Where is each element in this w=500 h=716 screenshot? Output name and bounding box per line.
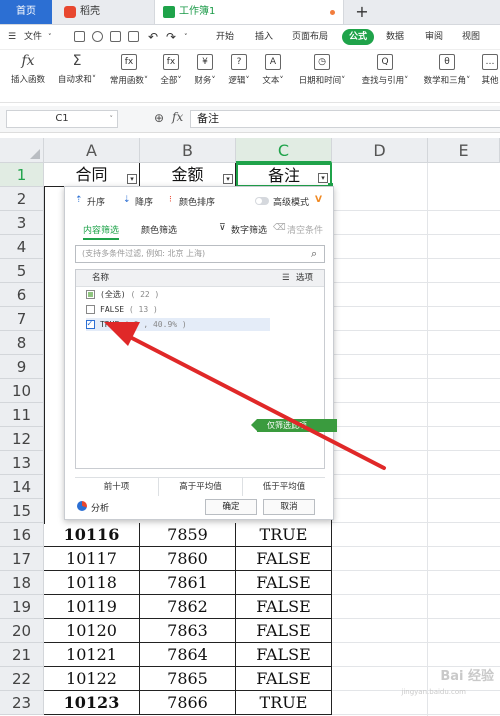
arrow-head-icon [104,322,140,346]
watermark-url: jingyan.baidu.com [401,688,466,696]
annotation-arrow [104,322,386,470]
watermark-logo: Bai 经验 [440,669,494,684]
arrow-shaft [126,334,386,470]
